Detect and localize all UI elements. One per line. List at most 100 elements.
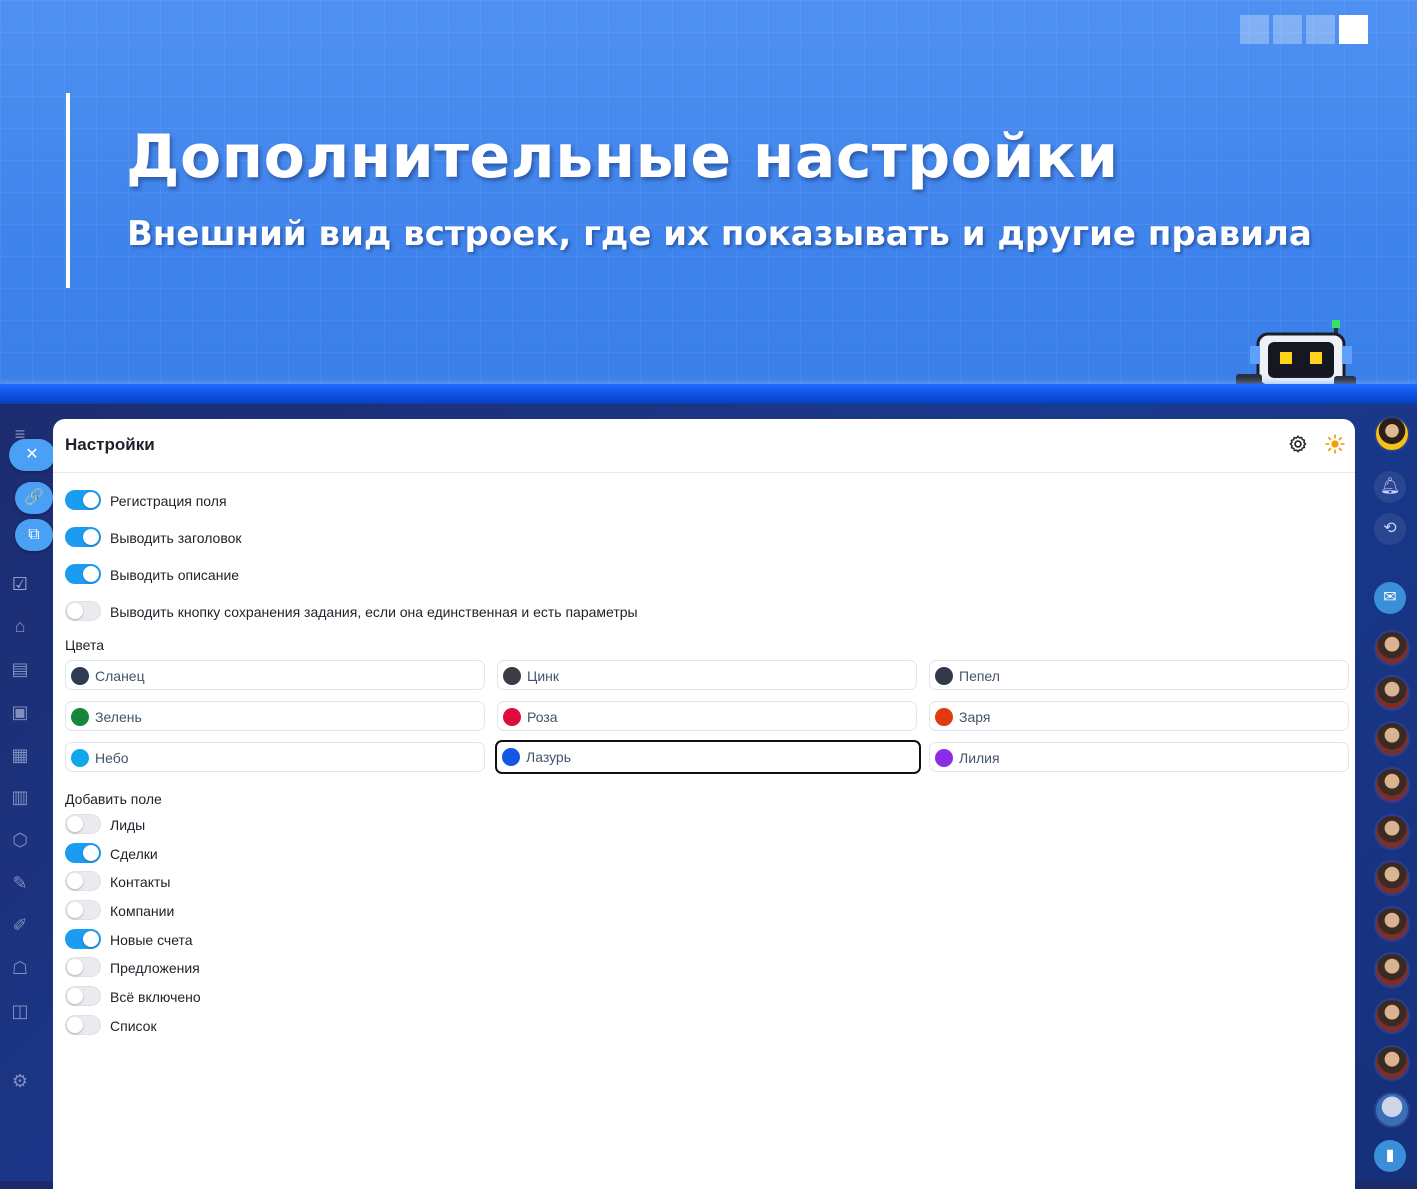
robot-mascot-icon [1236, 320, 1356, 390]
slide-dot [1306, 15, 1335, 44]
bell-icon[interactable]: 🔔︎ [1374, 471, 1406, 503]
color-dot [935, 667, 953, 685]
color-option-ash[interactable]: Пепел [929, 660, 1349, 690]
chat-sync-icon[interactable]: ⟲ [1374, 513, 1406, 545]
color-label: Лилия [959, 750, 1000, 766]
open-external-button[interactable]: ⧉ [15, 519, 53, 551]
slide-dot-active [1339, 15, 1368, 44]
field-label: Предложения [110, 960, 200, 976]
messages-icon[interactable]: ✉ [1374, 582, 1406, 614]
color-option-sky[interactable]: Небо [65, 742, 485, 772]
color-dot [503, 708, 521, 726]
close-button[interactable]: ✕ [9, 439, 55, 471]
edit-doc-icon[interactable]: ✎ [8, 871, 32, 895]
gear-icon[interactable] [1287, 433, 1309, 455]
add-field-section-label: Добавить поле [65, 791, 162, 807]
color-label: Цинк [527, 668, 560, 684]
contact-avatar[interactable] [1374, 721, 1410, 757]
contact-avatar[interactable] [1374, 998, 1410, 1034]
toggle-offers[interactable] [65, 957, 101, 977]
color-label: Пепел [959, 668, 1000, 684]
panel-header: Настройки [53, 419, 1355, 473]
color-dot [935, 708, 953, 726]
color-option-green[interactable]: Зелень [65, 701, 485, 731]
bookmark-icon[interactable]: ▮ [1374, 1140, 1406, 1172]
color-label: Небо [95, 750, 129, 766]
contact-avatar[interactable] [1374, 767, 1410, 803]
contact-avatar[interactable] [1374, 1045, 1410, 1081]
toggle-show-save-button[interactable] [65, 601, 101, 621]
panel-title: Настройки [65, 435, 155, 454]
promo-banner: Дополнительные настройки Внешний вид вст… [0, 0, 1417, 390]
option-label: Выводить заголовок [110, 530, 242, 546]
document-icon[interactable]: ▤ [8, 657, 32, 681]
color-option-dawn[interactable]: Заря [929, 701, 1349, 731]
banner-subtitle: Внешний вид встроек, где их показывать и… [127, 214, 1312, 254]
color-dot [71, 708, 89, 726]
color-option-azure[interactable]: Лазурь [495, 740, 921, 774]
contact-avatar[interactable] [1374, 630, 1410, 666]
robot-icon[interactable]: ☖ [8, 956, 32, 980]
color-dot [935, 749, 953, 767]
option-label: Выводить кнопку сохранения задания, если… [110, 604, 638, 620]
slide-dot [1240, 15, 1269, 44]
color-label: Заря [959, 709, 991, 725]
analytics-icon[interactable]: ▥ [8, 785, 32, 809]
field-label: Всё включено [110, 989, 201, 1005]
toggle-show-title[interactable] [65, 527, 101, 547]
slide-dot [1273, 15, 1302, 44]
contact-avatar[interactable] [1374, 952, 1410, 988]
color-label: Роза [527, 709, 558, 725]
toggle-companies[interactable] [65, 900, 101, 920]
field-label: Новые счета [110, 932, 193, 948]
toggle-leads[interactable] [65, 814, 101, 834]
banner-divider [0, 384, 1417, 404]
color-dot [502, 748, 520, 766]
toggle-field-registration[interactable] [65, 490, 101, 510]
toggle-list[interactable] [65, 1015, 101, 1035]
colors-section-label: Цвета [65, 637, 104, 653]
toggle-contacts[interactable] [65, 871, 101, 891]
settings-panel: Настройки Регистрация поля Выводить заго… [53, 419, 1355, 1189]
tasks-icon[interactable]: ☑ [8, 572, 32, 596]
pencil-icon[interactable]: ✐ [8, 913, 32, 937]
sun-icon[interactable] [1324, 433, 1346, 455]
presentation-icon[interactable]: ▣ [8, 700, 32, 724]
banner-accent-bar [66, 93, 70, 288]
toggle-all-inclusive[interactable] [65, 986, 101, 1006]
option-label: Выводить описание [110, 567, 240, 583]
color-label: Зелень [95, 709, 142, 725]
contact-avatar[interactable] [1374, 1092, 1410, 1128]
mcp-icon[interactable]: ◫ [8, 999, 32, 1023]
slide-indicator [1240, 15, 1368, 44]
color-option-rose[interactable]: Роза [497, 701, 917, 731]
contact-avatar[interactable] [1374, 860, 1410, 896]
contact-avatar[interactable] [1374, 675, 1410, 711]
color-option-zinc[interactable]: Цинк [497, 660, 917, 690]
field-label: Сделки [110, 846, 158, 862]
left-sidebar: ≡ ✕ 🔗 ⧉ ☑ ⌂ ▤ ▣ ▦ ▥ ⬡ ✎ ✐ ☖ ◫ ⚙ [0, 404, 60, 1181]
field-label: Список [110, 1018, 157, 1034]
contact-avatar[interactable] [1374, 906, 1410, 942]
banner-title: Дополнительные настройки [126, 122, 1119, 192]
option-label: Регистрация поля [110, 493, 227, 509]
calendar-icon[interactable]: ▦ [8, 743, 32, 767]
color-dot [503, 667, 521, 685]
field-label: Контакты [110, 874, 171, 890]
copy-link-button[interactable]: 🔗 [15, 482, 53, 514]
user-avatar[interactable] [1374, 416, 1410, 452]
color-label: Сланец [95, 668, 145, 684]
toggle-show-description[interactable] [65, 564, 101, 584]
field-label: Компании [110, 903, 175, 919]
field-label: Лиды [110, 817, 146, 833]
color-label: Лазурь [526, 749, 572, 765]
settings-icon[interactable]: ⚙ [8, 1069, 32, 1093]
color-option-slate[interactable]: Сланец [65, 660, 485, 690]
contact-avatar[interactable] [1374, 814, 1410, 850]
color-dot [71, 749, 89, 767]
toggle-new-invoices[interactable] [65, 929, 101, 949]
color-option-lily[interactable]: Лилия [929, 742, 1349, 772]
hexagon-icon[interactable]: ⬡ [8, 828, 32, 852]
toggle-deals[interactable] [65, 843, 101, 863]
bank-icon[interactable]: ⌂ [8, 614, 32, 638]
